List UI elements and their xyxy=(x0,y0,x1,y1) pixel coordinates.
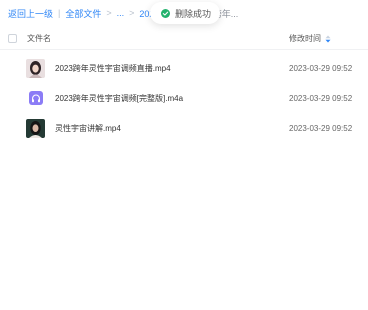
file-modified-time: 2023-03-29 09:52 xyxy=(289,63,353,73)
file-row[interactable]: 灵性宇宙讲解.mp4 2023-03-29 09:52 xyxy=(0,113,368,143)
file-name[interactable]: 灵性宇宙讲解.mp4 xyxy=(55,123,121,134)
video-thumbnail xyxy=(26,58,45,78)
table-header: 文件名 修改时间 xyxy=(0,28,368,50)
file-name[interactable]: 2023跨年灵性宇宙调频[完整版].m4a xyxy=(55,93,183,104)
toast-message: 删除成功 xyxy=(175,8,212,19)
back-link[interactable]: 返回上一级 xyxy=(8,7,53,20)
audio-file-icon xyxy=(26,89,45,108)
file-modified-time: 2023-03-29 09:52 xyxy=(289,93,353,103)
toast-notification: 删除成功 xyxy=(150,2,220,24)
file-modified-time: 2023-03-29 09:52 xyxy=(289,123,353,133)
select-all-checkbox[interactable] xyxy=(8,34,17,43)
column-header-time[interactable]: 修改时间 xyxy=(289,33,331,44)
breadcrumb-chevron: > xyxy=(129,8,135,18)
file-row[interactable]: 2023跨年灵性宇宙调频直播.mp4 2023-03-29 09:52 xyxy=(0,53,368,83)
breadcrumb-chevron: > xyxy=(106,8,112,18)
column-header-time-label: 修改时间 xyxy=(289,34,321,43)
file-row[interactable]: 2023跨年灵性宇宙调频[完整版].m4a 2023-03-29 09:52 xyxy=(0,83,368,113)
file-name[interactable]: 2023跨年灵性宇宙调频直播.mp4 xyxy=(55,63,171,74)
breadcrumb-ellipsis[interactable]: ... xyxy=(117,8,125,18)
column-header-name[interactable]: 文件名 xyxy=(27,33,51,44)
breadcrumb-divider: | xyxy=(58,8,61,18)
sort-icon[interactable] xyxy=(325,35,331,43)
video-thumbnail xyxy=(26,118,45,138)
success-check-icon xyxy=(161,8,170,18)
all-files-link[interactable]: 全部文件 xyxy=(65,7,101,20)
